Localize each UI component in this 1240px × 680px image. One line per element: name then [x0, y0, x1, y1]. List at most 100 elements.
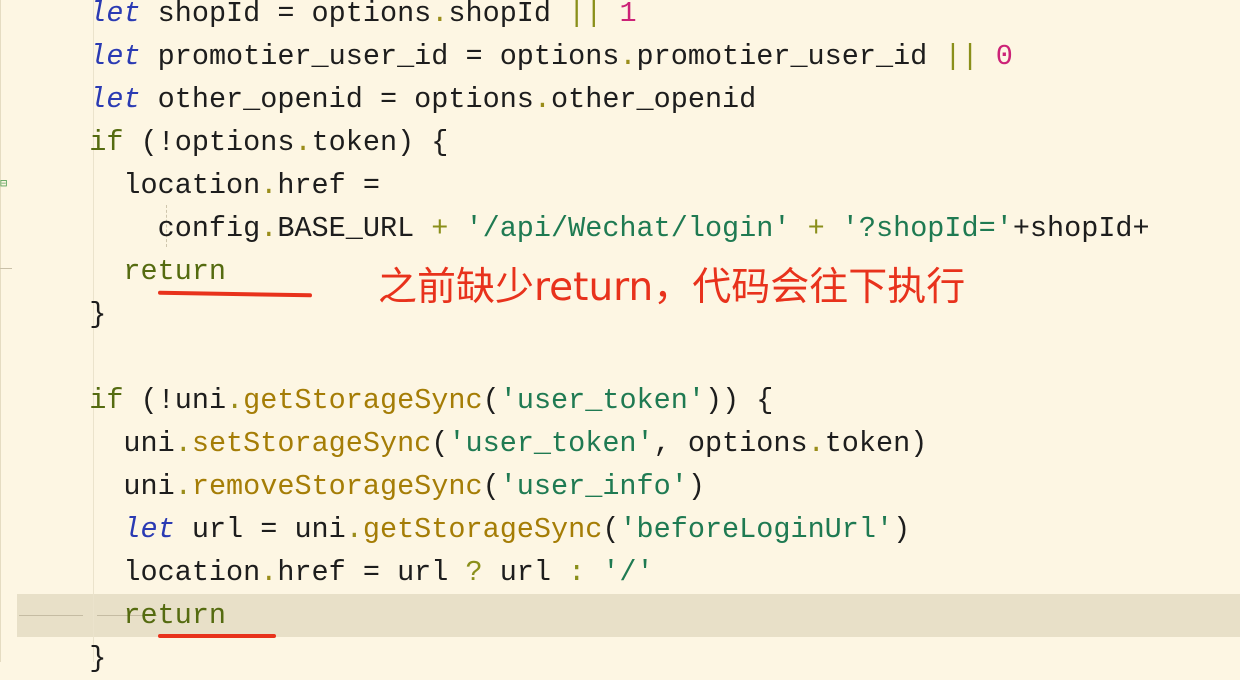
code-token-op: : — [568, 556, 586, 589]
code-token-dot: . — [294, 126, 312, 159]
code-token-str: 'beforeLoginUrl' — [619, 513, 894, 546]
code-token: BASE_URL — [277, 212, 432, 245]
code-line[interactable]: } — [0, 637, 1150, 680]
code-line[interactable]: location.href = url ? url : '/' — [0, 551, 1150, 594]
code-token-str: 'user_token' — [448, 427, 654, 460]
code-token-dot: . — [260, 212, 278, 245]
code-token: token) { — [311, 126, 449, 159]
code-token: } — [55, 642, 107, 675]
code-token: ) — [687, 470, 705, 503]
code-token-dot: . — [174, 427, 192, 460]
code-token: ( — [431, 427, 449, 460]
code-token: token) — [824, 427, 928, 460]
code-token-op: || — [944, 40, 979, 73]
code-token: location — [55, 169, 261, 202]
code-token-fn: getStorageSync — [362, 513, 603, 546]
code-token-str: 'user_info' — [499, 470, 688, 503]
code-token-dot: . — [533, 83, 552, 116]
code-token: config — [55, 212, 261, 245]
code-token-dot: . — [431, 0, 449, 30]
code-token: ( — [602, 513, 620, 546]
code-line[interactable]: uni.setStorageSync('user_token', options… — [0, 422, 1150, 465]
code-token: shopId — [448, 0, 569, 30]
code-token-dot: . — [619, 40, 637, 73]
code-token: ) — [893, 513, 911, 546]
code-line[interactable]: return — [0, 594, 1150, 637]
code-token-str: '/api/Wechat/login' — [465, 212, 791, 245]
code-line[interactable]: let other_openid = options.other_openid — [0, 78, 1150, 121]
code-token-fn: getStorageSync — [243, 384, 483, 417]
code-token: uni — [55, 427, 175, 460]
code-token: other_openid = options — [140, 83, 534, 116]
code-token: other_openid — [551, 83, 757, 116]
code-token-op: + — [431, 212, 449, 245]
code-token: uni — [55, 470, 175, 503]
code-token: url — [482, 556, 569, 589]
code-line[interactable]: location.href = — [0, 164, 1150, 207]
code-line[interactable]: if (!options.token) { — [0, 121, 1150, 164]
code-token-kw: if — [89, 384, 124, 417]
code-line[interactable]: config.BASE_URL + '/api/Wechat/login' + … — [0, 207, 1150, 250]
code-editor[interactable]: let shopId = options.shopId || 1 let pro… — [0, 0, 1150, 680]
code-token: href = — [277, 169, 380, 202]
code-token-str: '?shopId=' — [841, 212, 1013, 245]
code-token: promotier_user_id — [636, 40, 945, 73]
code-token: ( — [482, 470, 500, 503]
code-line[interactable] — [0, 336, 1150, 379]
code-token-dot: . — [226, 384, 244, 417]
code-token-str: 'user_token' — [499, 384, 705, 417]
code-token-num: 1 — [619, 0, 637, 30]
code-token-dot: . — [174, 470, 192, 503]
code-token-fn: removeStorageSync — [191, 470, 483, 503]
code-token: ( — [482, 384, 500, 417]
code-token: +shopId+ — [1012, 212, 1150, 245]
code-token: , options — [653, 427, 808, 460]
code-token-kw-let: let — [89, 83, 141, 116]
code-token-kw-let: let — [89, 0, 141, 30]
code-token-dot: . — [345, 513, 363, 546]
annotation-text: 之前缺少return，代码会往下执行 — [378, 265, 966, 310]
code-token-kw: return — [123, 255, 227, 288]
code-token-op: + — [807, 212, 825, 245]
code-token-kw: if — [89, 126, 124, 159]
code-token: url = uni — [174, 513, 346, 546]
code-token-str: '/' — [602, 556, 654, 589]
code-token: (!uni — [123, 384, 227, 417]
code-line[interactable]: uni.removeStorageSync('user_info') — [0, 465, 1150, 508]
code-token: shopId = options — [140, 0, 432, 30]
code-token: href = url — [277, 556, 466, 589]
code-token-dot: . — [260, 169, 278, 202]
code-token: promotier_user_id = options — [140, 40, 620, 73]
code-token-kw-let: let — [123, 513, 175, 546]
code-token-fn: setStorageSync — [191, 427, 432, 460]
code-token: location — [55, 556, 261, 589]
code-token-op: || — [568, 0, 603, 30]
code-token-kw-let: let — [89, 40, 141, 73]
code-token: } — [55, 298, 107, 331]
code-token-dot: . — [807, 427, 825, 460]
code-token-num: 0 — [995, 40, 1013, 73]
code-token: (!options — [123, 126, 295, 159]
code-line[interactable]: let promotier_user_id = options.promotie… — [0, 35, 1150, 78]
code-token: )) { — [704, 384, 774, 417]
code-line[interactable]: let shopId = options.shopId || 1 — [0, 0, 1150, 35]
annotation-underline — [158, 634, 276, 638]
code-token-kw: return — [123, 599, 227, 632]
code-line[interactable]: if (!uni.getStorageSync('user_token')) { — [0, 379, 1150, 422]
code-token-op: ? — [465, 556, 483, 589]
code-line[interactable]: let url = uni.getStorageSync('beforeLogi… — [0, 508, 1150, 551]
